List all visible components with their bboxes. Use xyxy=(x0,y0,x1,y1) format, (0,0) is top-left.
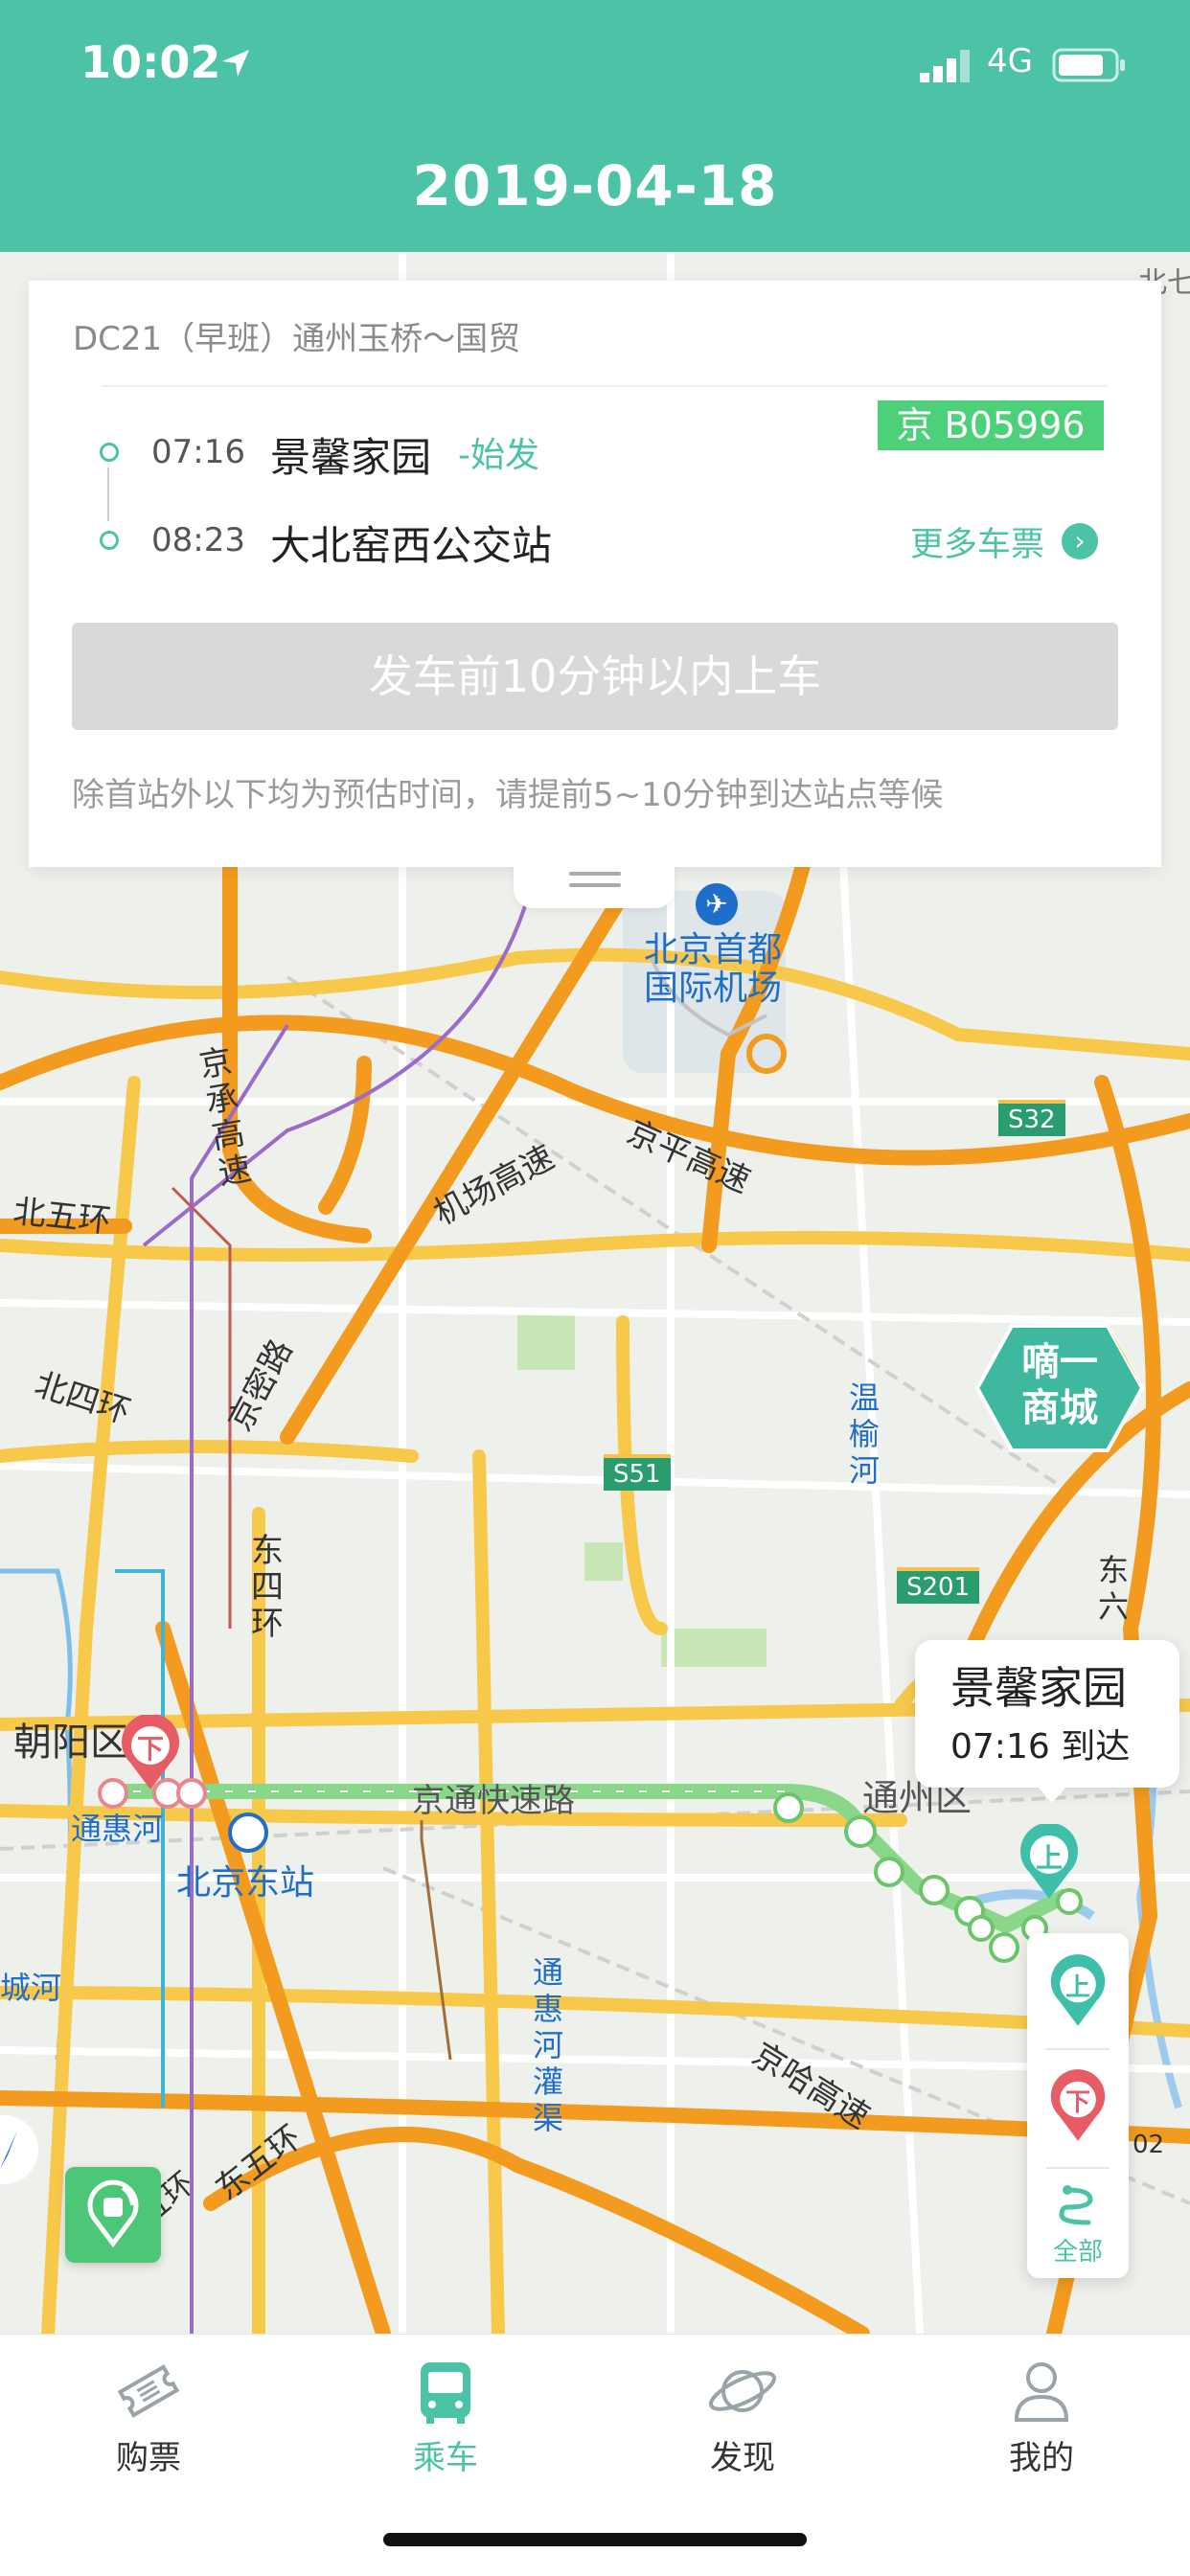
tab-buy-ticket[interactable] xyxy=(53,2353,244,2433)
tab-profile[interactable] xyxy=(946,2353,1137,2433)
mall-promo-badge[interactable]: 嘀一 商城 xyxy=(973,1316,1146,1460)
person-icon xyxy=(1014,2362,1069,2422)
battery-icon xyxy=(1052,48,1125,82)
railway-station-icon xyxy=(228,1812,268,1853)
north-5th-ring-label: 北五环 xyxy=(11,1192,113,1242)
boarding-filter-text: 上 xyxy=(1064,1973,1090,2002)
callout-tail xyxy=(1037,1786,1067,1803)
tonghui-canal-label: 通惠河灌渠 xyxy=(533,1954,564,2136)
chevron-right-icon[interactable]: › xyxy=(1062,523,1098,559)
timing-notice: 除首站外以下均为预估时间，请提前5~10分钟到达站点等候 xyxy=(72,776,944,814)
alight-marker-text: 下 xyxy=(136,1733,164,1765)
s32-shield: S32 xyxy=(998,1100,1065,1136)
tab-discover[interactable] xyxy=(647,2353,838,2433)
moat-label: 城河 xyxy=(0,1970,62,2006)
s51-shield: S51 xyxy=(604,1454,671,1491)
airport-label: 北京首都 国际机场 xyxy=(644,930,783,1008)
jingtong-expressway-label: 京通快速路 xyxy=(412,1782,575,1820)
tab-discover-label: 发现 xyxy=(710,2439,775,2477)
signal-icon xyxy=(920,50,970,82)
callout-stop-name: 景馨家园 xyxy=(950,1662,1127,1714)
destination-time: 08:23 xyxy=(151,521,245,559)
s201-shield: S201 xyxy=(897,1567,980,1604)
card-drag-handle[interactable] xyxy=(514,860,675,908)
tonghuihe-label: 通惠河 xyxy=(71,1811,164,1847)
alighting-filter-text: 下 xyxy=(1064,2088,1090,2117)
wenyu-river-label: 温榆河 xyxy=(849,1379,881,1489)
tab-ride-label: 乘车 xyxy=(413,2439,478,2477)
airport-icon: ✈ xyxy=(696,883,738,925)
location-arrow-icon xyxy=(222,50,249,77)
card-divider xyxy=(102,385,1108,387)
tab-profile-label: 我的 xyxy=(1009,2439,1074,2477)
tab-ride[interactable] xyxy=(350,2353,541,2433)
show-boarding-button[interactable]: 上 xyxy=(1048,1954,1108,2029)
tab-buy-ticket-label: 购票 xyxy=(116,2439,181,2477)
destination-dot-icon xyxy=(100,531,119,550)
bus-locate-icon xyxy=(87,2179,139,2248)
origin-tag: -始发 xyxy=(458,436,539,475)
destination-stop-name: 大北窑西公交站 xyxy=(270,522,553,569)
ticket-icon xyxy=(117,2364,180,2418)
page-title: 2019-04-18 xyxy=(412,153,778,218)
license-plate: 京 B05996 xyxy=(878,400,1104,450)
origin-dot-icon xyxy=(100,443,119,462)
planet-icon xyxy=(708,2370,777,2412)
locate-bus-button[interactable] xyxy=(65,2167,161,2263)
panel-divider xyxy=(1046,2167,1110,2169)
board-button[interactable]: 发车前10分钟以内上车 xyxy=(72,623,1118,730)
callout-arrival-time: 07:16 到达 xyxy=(950,1727,1131,1767)
origin-stop-name: 景馨家园 xyxy=(270,434,432,481)
route-all-icon xyxy=(1059,2185,1093,2225)
more-tickets-link[interactable]: 更多车票 xyxy=(910,517,1044,566)
route-name: DC21（早班）通州玉桥～国贸 xyxy=(73,320,521,358)
board-marker-text: 上 xyxy=(1035,1842,1063,1874)
road-number-label: 02 xyxy=(1133,2131,1165,2159)
east-6th-ring-label: 东六 xyxy=(1098,1552,1130,1625)
status-time: 10:02 xyxy=(80,36,221,88)
stop-connector xyxy=(107,467,109,521)
bus-icon xyxy=(421,2362,470,2424)
alight-map-marker[interactable]: 下 xyxy=(119,1713,182,1791)
promo-text: 嘀一 商城 xyxy=(1021,1340,1098,1430)
show-alighting-button[interactable]: 下 xyxy=(1048,2069,1108,2144)
show-all-button[interactable] xyxy=(1054,2182,1102,2230)
panel-divider xyxy=(1046,2048,1110,2050)
origin-time: 07:16 xyxy=(151,433,245,471)
east-4th-ring-label: 东四环 xyxy=(251,1532,284,1643)
board-map-marker[interactable]: 上 xyxy=(1018,1822,1081,1901)
home-indicator xyxy=(383,2533,807,2546)
chaoyang-district-label: 朝阳区 xyxy=(13,1721,128,1765)
show-all-label: 全部 xyxy=(1052,2238,1103,2267)
compass-icon[interactable] xyxy=(0,2111,42,2188)
network-type: 4G xyxy=(987,42,1033,80)
beijing-east-station-label: 北京东站 xyxy=(176,1863,315,1903)
